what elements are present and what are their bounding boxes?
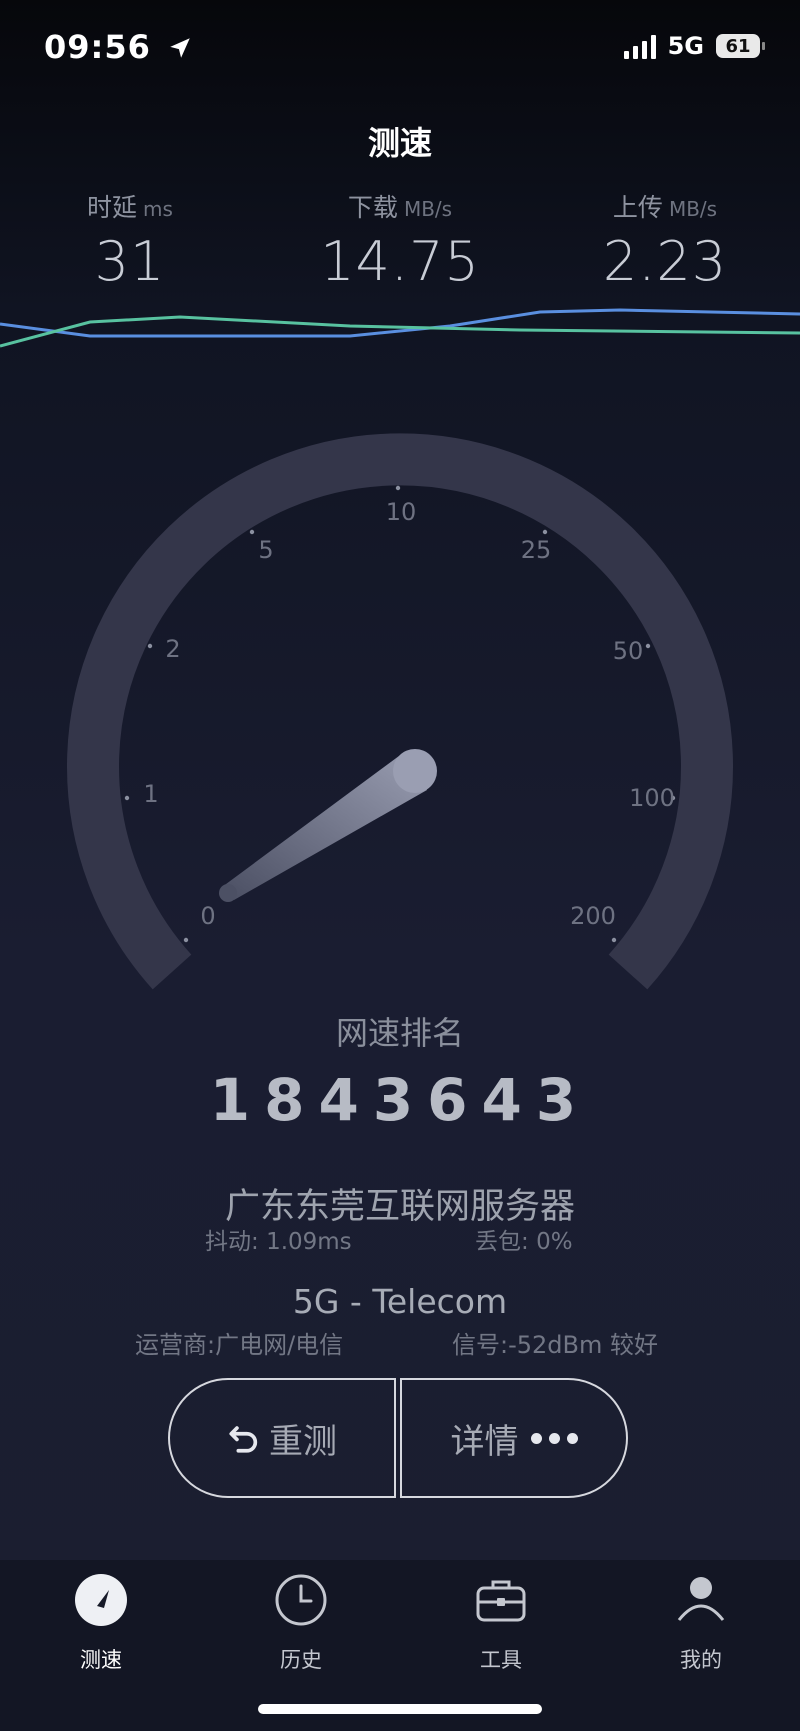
gauge-tick-label: 25 <box>521 536 552 564</box>
rank-title: 网速排名 <box>335 1014 464 1052</box>
gauge-tick-label: 200 <box>570 902 616 930</box>
speedometer-icon <box>75 1574 127 1626</box>
tab-history[interactable]: 历史 <box>236 1572 366 1674</box>
gauge-tick-label: 5 <box>258 536 273 564</box>
jitter-label: 抖动: <box>205 1229 267 1255</box>
tab-speedtest[interactable]: 测速 <box>36 1572 166 1674</box>
time-text: 09:56 <box>44 28 151 66</box>
clock-icon <box>275 1574 327 1626</box>
gauge-tick-label: 0 <box>200 902 215 930</box>
upload-value: 2.23 <box>602 230 728 293</box>
metric-latency: 时延 ms 31 <box>10 188 250 293</box>
person-icon <box>677 1577 725 1621</box>
retest-icon <box>229 1426 258 1453</box>
upload-unit: MB/s <box>668 197 718 221</box>
rank-value: 1843643 <box>209 1066 591 1134</box>
tab-label: 历史 <box>280 1648 322 1672</box>
location-arrow-icon <box>170 38 190 58</box>
gauge-tick-label: 10 <box>386 498 417 526</box>
network-name: 5G - Telecom <box>292 1282 508 1321</box>
more-dots-icon <box>530 1432 578 1444</box>
tab-label: 测速 <box>80 1648 122 1672</box>
gauge-track <box>67 433 733 990</box>
signal-bars-icon <box>623 33 656 59</box>
packet-loss-info: 丢包: 0% <box>475 1222 573 1256</box>
status-indicators: 5G 61 <box>623 32 765 60</box>
battery-level: 61 <box>725 35 751 57</box>
detail-button[interactable]: 详情 <box>400 1378 628 1498</box>
battery-icon: 61 <box>716 34 765 58</box>
loss-label: 丢包: <box>475 1229 537 1255</box>
download-value: 14.75 <box>320 230 480 293</box>
gauge-tick-label: 1 <box>143 780 158 808</box>
server-name: 广东东莞互联网服务器 <box>224 1187 575 1227</box>
jitter-info: 抖动: 1.09ms <box>205 1222 352 1256</box>
operator-info: 运营商:广电网/电信 <box>135 1331 344 1359</box>
download-unit: MB/s <box>403 197 453 221</box>
speed-gauge: 0 1 2 5 10 25 50 100 200 <box>67 433 733 990</box>
retest-button[interactable]: 重测 <box>168 1378 396 1498</box>
latency-label: 时延 <box>87 193 138 222</box>
loss-value: 0% <box>536 1229 573 1255</box>
toolbox-icon <box>476 1580 526 1622</box>
tab-label: 我的 <box>680 1648 722 1672</box>
retest-label: 重测 <box>269 1421 337 1462</box>
page-title: 测速 <box>367 124 432 162</box>
home-indicator[interactable] <box>258 1704 542 1714</box>
signal-info: 信号:-52dBm 较好 <box>452 1331 658 1359</box>
tab-profile[interactable]: 我的 <box>636 1572 766 1674</box>
metric-download: 下载 MB/s 14.75 <box>280 188 520 293</box>
upload-label: 上传 <box>612 193 663 222</box>
latency-unit: ms <box>143 197 173 221</box>
jitter-value: 1.09ms <box>266 1229 352 1255</box>
speed-graph <box>0 308 800 348</box>
tab-tools[interactable]: 工具 <box>436 1572 566 1674</box>
detail-label: 详情 <box>450 1421 519 1462</box>
tab-label: 工具 <box>480 1648 522 1672</box>
status-time: 09:56 <box>44 28 193 66</box>
metric-upload: 上传 MB/s 2.23 <box>545 188 785 293</box>
network-type: 5G <box>667 32 704 60</box>
download-label: 下载 <box>347 193 398 222</box>
gauge-tick-label: 50 <box>613 637 644 665</box>
gauge-tick-label: 2 <box>165 635 180 663</box>
gauge-tick-label: 100 <box>629 784 675 812</box>
latency-value: 31 <box>94 230 166 293</box>
